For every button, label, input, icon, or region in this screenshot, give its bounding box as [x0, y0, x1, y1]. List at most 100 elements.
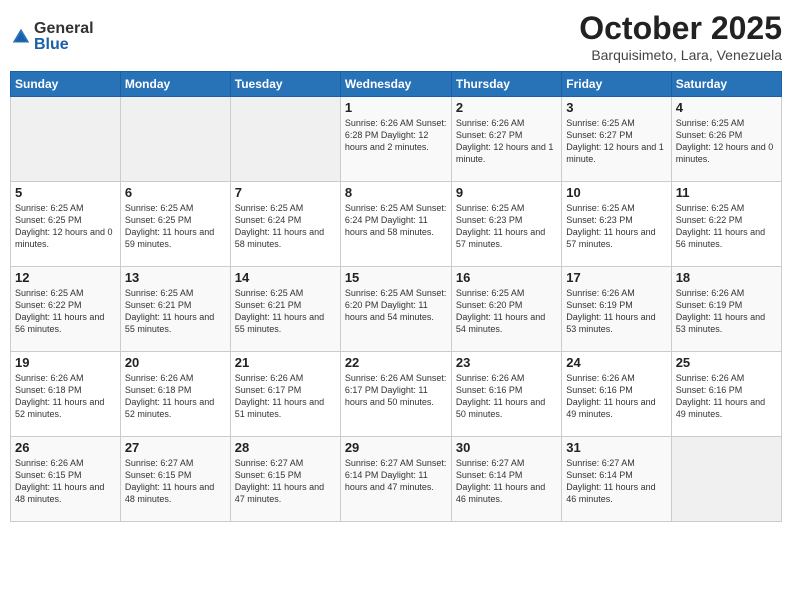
day-info: Sunrise: 6:27 AM Sunset: 6:14 PM Dayligh… [566, 457, 666, 506]
day-number: 13 [125, 270, 226, 285]
day-number: 21 [235, 355, 336, 370]
day-number: 5 [15, 185, 116, 200]
day-number: 20 [125, 355, 226, 370]
header-row: Sunday Monday Tuesday Wednesday Thursday… [11, 72, 782, 97]
col-saturday: Saturday [671, 72, 781, 97]
day-number: 23 [456, 355, 557, 370]
day-info: Sunrise: 6:26 AM Sunset: 6:17 PM Dayligh… [235, 372, 336, 421]
calendar-cell: 11 Sunrise: 6:25 AM Sunset: 6:22 PM Dayli… [671, 182, 781, 267]
day-number: 9 [456, 185, 557, 200]
day-number: 7 [235, 185, 336, 200]
day-number: 1 [345, 100, 447, 115]
day-number: 28 [235, 440, 336, 455]
col-sunday: Sunday [11, 72, 121, 97]
calendar-cell: 31Sunrise: 6:27 AM Sunset: 6:14 PM Dayli… [562, 437, 671, 522]
calendar-header: Sunday Monday Tuesday Wednesday Thursday… [11, 72, 782, 97]
calendar-cell [230, 97, 340, 182]
day-number: 26 [15, 440, 116, 455]
day-info: Sunrise: 6:26 AM Sunset: 6:19 PM Dayligh… [566, 287, 666, 336]
logo-general-text: General [34, 21, 94, 37]
day-number: 25 [676, 355, 777, 370]
calendar-cell: 4 Sunrise: 6:25 AM Sunset: 6:26 PM Daylig… [671, 97, 781, 182]
calendar-cell: 21 Sunrise: 6:26 AM Sunset: 6:17 PM Dayli… [230, 352, 340, 437]
day-info: Sunrise: 6:26 AM Sunset: 6:27 PM Dayligh… [456, 117, 557, 166]
calendar-cell: 7 Sunrise: 6:25 AM Sunset: 6:24 PM Daylig… [230, 182, 340, 267]
day-number: 15 [345, 270, 447, 285]
calendar-week-1: 1 Sunrise: 6:26 AM Sunset: 6:28 PM Daylig… [11, 97, 782, 182]
day-number: 27 [125, 440, 226, 455]
title-block: October 2025 Barquisimeto, Lara, Venezue… [579, 10, 782, 63]
day-info: Sunrise: 6:25 AM Sunset: 6:24 PM Dayligh… [235, 202, 336, 251]
calendar-cell: 3 Sunrise: 6:25 AM Sunset: 6:27 PM Daylig… [562, 97, 671, 182]
calendar-cell: 25 Sunrise: 6:26 AM Sunset: 6:16 PM Dayli… [671, 352, 781, 437]
day-info: Sunrise: 6:27 AM Sunset: 6:14 PM Dayligh… [456, 457, 557, 506]
day-info: Sunrise: 6:26 AM Sunset: 6:18 PM Dayligh… [125, 372, 226, 421]
day-info: Sunrise: 6:27 AM Sunset: 6:14 PM Dayligh… [345, 457, 447, 493]
day-info: Sunrise: 6:26 AM Sunset: 6:17 PM Dayligh… [345, 372, 447, 408]
calendar-cell [120, 97, 230, 182]
day-info: Sunrise: 6:27 AM Sunset: 6:15 PM Dayligh… [235, 457, 336, 506]
month-title: October 2025 [579, 10, 782, 47]
day-number: 3 [566, 100, 666, 115]
day-info: Sunrise: 6:27 AM Sunset: 6:15 PM Dayligh… [125, 457, 226, 506]
day-info: Sunrise: 6:25 AM Sunset: 6:22 PM Dayligh… [15, 287, 116, 336]
col-friday: Friday [562, 72, 671, 97]
day-info: Sunrise: 6:26 AM Sunset: 6:16 PM Dayligh… [566, 372, 666, 421]
day-info: Sunrise: 6:25 AM Sunset: 6:27 PM Dayligh… [566, 117, 666, 166]
day-number: 16 [456, 270, 557, 285]
calendar-cell: 18Sunrise: 6:26 AM Sunset: 6:19 PM Dayli… [671, 267, 781, 352]
day-info: Sunrise: 6:25 AM Sunset: 6:25 PM Dayligh… [15, 202, 116, 251]
day-info: Sunrise: 6:26 AM Sunset: 6:16 PM Dayligh… [676, 372, 777, 421]
day-info: Sunrise: 6:25 AM Sunset: 6:22 PM Dayligh… [676, 202, 777, 251]
day-number: 4 [676, 100, 777, 115]
day-info: Sunrise: 6:25 AM Sunset: 6:24 PM Dayligh… [345, 202, 447, 238]
day-info: Sunrise: 6:26 AM Sunset: 6:15 PM Dayligh… [15, 457, 116, 506]
calendar-cell: 24 Sunrise: 6:26 AM Sunset: 6:16 PM Dayli… [562, 352, 671, 437]
day-number: 8 [345, 185, 447, 200]
logo-icon [10, 26, 32, 48]
day-info: Sunrise: 6:25 AM Sunset: 6:20 PM Dayligh… [345, 287, 447, 323]
page: General Blue October 2025 Barquisimeto, … [0, 0, 792, 612]
header: General Blue October 2025 Barquisimeto, … [10, 10, 782, 63]
day-number: 10 [566, 185, 666, 200]
calendar-cell: 13Sunrise: 6:25 AM Sunset: 6:21 PM Dayli… [120, 267, 230, 352]
day-info: Sunrise: 6:25 AM Sunset: 6:20 PM Dayligh… [456, 287, 557, 336]
calendar-week-3: 12 Sunrise: 6:25 AM Sunset: 6:22 PM Dayli… [11, 267, 782, 352]
calendar-cell: 17 Sunrise: 6:26 AM Sunset: 6:19 PM Dayli… [562, 267, 671, 352]
calendar-table: Sunday Monday Tuesday Wednesday Thursday… [10, 71, 782, 522]
day-number: 29 [345, 440, 447, 455]
day-number: 2 [456, 100, 557, 115]
day-number: 14 [235, 270, 336, 285]
day-info: Sunrise: 6:25 AM Sunset: 6:26 PM Dayligh… [676, 117, 777, 166]
calendar-cell: 15 Sunrise: 6:25 AM Sunset: 6:20 PM Dayli… [340, 267, 451, 352]
day-info: Sunrise: 6:26 AM Sunset: 6:28 PM Dayligh… [345, 117, 447, 153]
day-number: 11 [676, 185, 777, 200]
calendar-cell: 30Sunrise: 6:27 AM Sunset: 6:14 PM Dayli… [451, 437, 561, 522]
calendar-cell: 2 Sunrise: 6:26 AM Sunset: 6:27 PM Daylig… [451, 97, 561, 182]
logo-blue-text: Blue [34, 37, 94, 53]
col-wednesday: Wednesday [340, 72, 451, 97]
calendar-cell: 27 Sunrise: 6:27 AM Sunset: 6:15 PM Dayli… [120, 437, 230, 522]
day-number: 19 [15, 355, 116, 370]
col-thursday: Thursday [451, 72, 561, 97]
calendar-cell: 9Sunrise: 6:25 AM Sunset: 6:23 PM Daylig… [451, 182, 561, 267]
day-number: 24 [566, 355, 666, 370]
calendar-cell: 8 Sunrise: 6:25 AM Sunset: 6:24 PM Daylig… [340, 182, 451, 267]
calendar-cell [671, 437, 781, 522]
calendar-cell: 20 Sunrise: 6:26 AM Sunset: 6:18 PM Dayli… [120, 352, 230, 437]
logo-text: General Blue [34, 21, 94, 53]
day-info: Sunrise: 6:25 AM Sunset: 6:23 PM Dayligh… [566, 202, 666, 251]
col-monday: Monday [120, 72, 230, 97]
day-info: Sunrise: 6:25 AM Sunset: 6:25 PM Dayligh… [125, 202, 226, 251]
day-number: 18 [676, 270, 777, 285]
calendar-cell [11, 97, 121, 182]
col-tuesday: Tuesday [230, 72, 340, 97]
calendar-cell: 6Sunrise: 6:25 AM Sunset: 6:25 PM Daylig… [120, 182, 230, 267]
day-number: 17 [566, 270, 666, 285]
calendar-cell: 5 Sunrise: 6:25 AM Sunset: 6:25 PM Daylig… [11, 182, 121, 267]
calendar-cell: 29 Sunrise: 6:27 AM Sunset: 6:14 PM Dayli… [340, 437, 451, 522]
calendar-cell: 23Sunrise: 6:26 AM Sunset: 6:16 PM Dayli… [451, 352, 561, 437]
calendar-cell: 16 Sunrise: 6:25 AM Sunset: 6:20 PM Dayli… [451, 267, 561, 352]
day-number: 12 [15, 270, 116, 285]
calendar-body: 1 Sunrise: 6:26 AM Sunset: 6:28 PM Daylig… [11, 97, 782, 522]
